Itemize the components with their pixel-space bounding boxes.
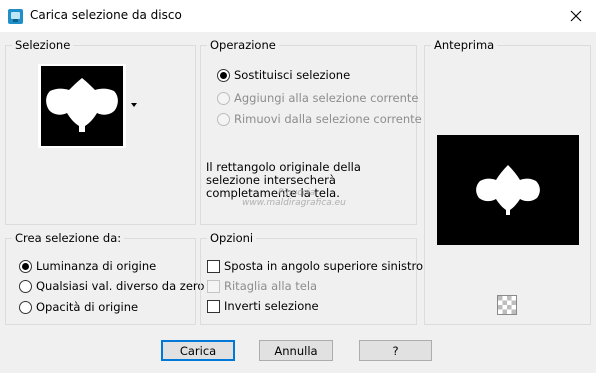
selection-group: Selezione — [5, 38, 196, 225]
radio-replace-selection[interactable]: Sostituisci selezione — [217, 68, 350, 82]
radio-label: Qualsiasi val. diverso da zero — [36, 279, 205, 293]
watermark-line2: www.maldiragrafica.eu — [242, 198, 346, 208]
watermark-line1: Pinuccia — [278, 188, 316, 198]
radio-button[interactable] — [217, 68, 230, 82]
selection-thumbnail — [41, 66, 123, 146]
radio-label: Aggiungi alla selezione corrente — [234, 91, 419, 105]
radio-button[interactable] — [217, 91, 230, 105]
selection-group-label: Selezione — [12, 38, 74, 52]
radio-button[interactable] — [217, 112, 230, 126]
cancel-button[interactable]: Annulla — [259, 340, 333, 361]
chevron-down-icon[interactable] — [131, 103, 137, 107]
operation-group-label: Operazione — [207, 38, 279, 52]
radio-button[interactable] — [19, 279, 32, 293]
title-bar: Carica selezione da disco — [0, 0, 596, 32]
create-from-group-label: Crea selezione da: — [12, 231, 125, 245]
checkbox-move-top-left[interactable]: Sposta in angolo superiore sinistro — [207, 259, 423, 273]
checkbox-invert-selection[interactable]: Inverti selezione — [207, 299, 319, 313]
options-group-label: Opzioni — [207, 231, 257, 245]
radio-label: Luminanza di origine — [36, 259, 157, 273]
checkbox-label: Ritaglia alla tela — [224, 279, 318, 293]
checkbox-crop-to-canvas[interactable]: Ritaglia alla tela — [207, 279, 317, 293]
checkbox[interactable] — [207, 259, 220, 273]
radio-label: Opacità di origine — [36, 300, 139, 314]
checkbox-label: Sposta in angolo superiore sinistro — [224, 259, 424, 273]
preview-image — [437, 135, 579, 245]
preview-group: Anteprima — [424, 38, 591, 325]
radio-button[interactable] — [19, 300, 32, 314]
app-icon — [8, 9, 23, 24]
transparency-toggle-button[interactable] — [497, 295, 517, 315]
radio-any-nonzero[interactable]: Qualsiasi val. diverso da zero — [19, 279, 204, 293]
checkerboard-icon — [498, 296, 516, 314]
radio-button[interactable] — [19, 259, 32, 273]
radio-remove-from-selection[interactable]: Rimuovi dalla selezione corrente — [217, 112, 422, 126]
selection-thumbnail-picker[interactable] — [38, 64, 126, 148]
window-title: Carica selezione da disco — [30, 8, 182, 22]
close-icon — [570, 10, 582, 22]
load-button[interactable]: Carica — [161, 340, 235, 361]
watermark: Pinuccia www.maldiragrafica.eu — [242, 188, 346, 208]
close-button[interactable] — [556, 0, 596, 32]
checkbox[interactable] — [207, 299, 220, 313]
radio-add-to-selection[interactable]: Aggiungi alla selezione corrente — [217, 91, 418, 105]
radio-source-luminance[interactable]: Luminanza di origine — [19, 259, 156, 273]
help-button[interactable]: ? — [359, 340, 432, 361]
radio-label: Sostituisci selezione — [234, 68, 351, 82]
checkbox[interactable] — [207, 279, 220, 293]
radio-source-opacity[interactable]: Opacità di origine — [19, 300, 138, 314]
radio-label: Rimuovi dalla selezione corrente — [234, 112, 422, 126]
checkbox-label: Inverti selezione — [224, 299, 319, 313]
preview-group-label: Anteprima — [431, 38, 498, 52]
